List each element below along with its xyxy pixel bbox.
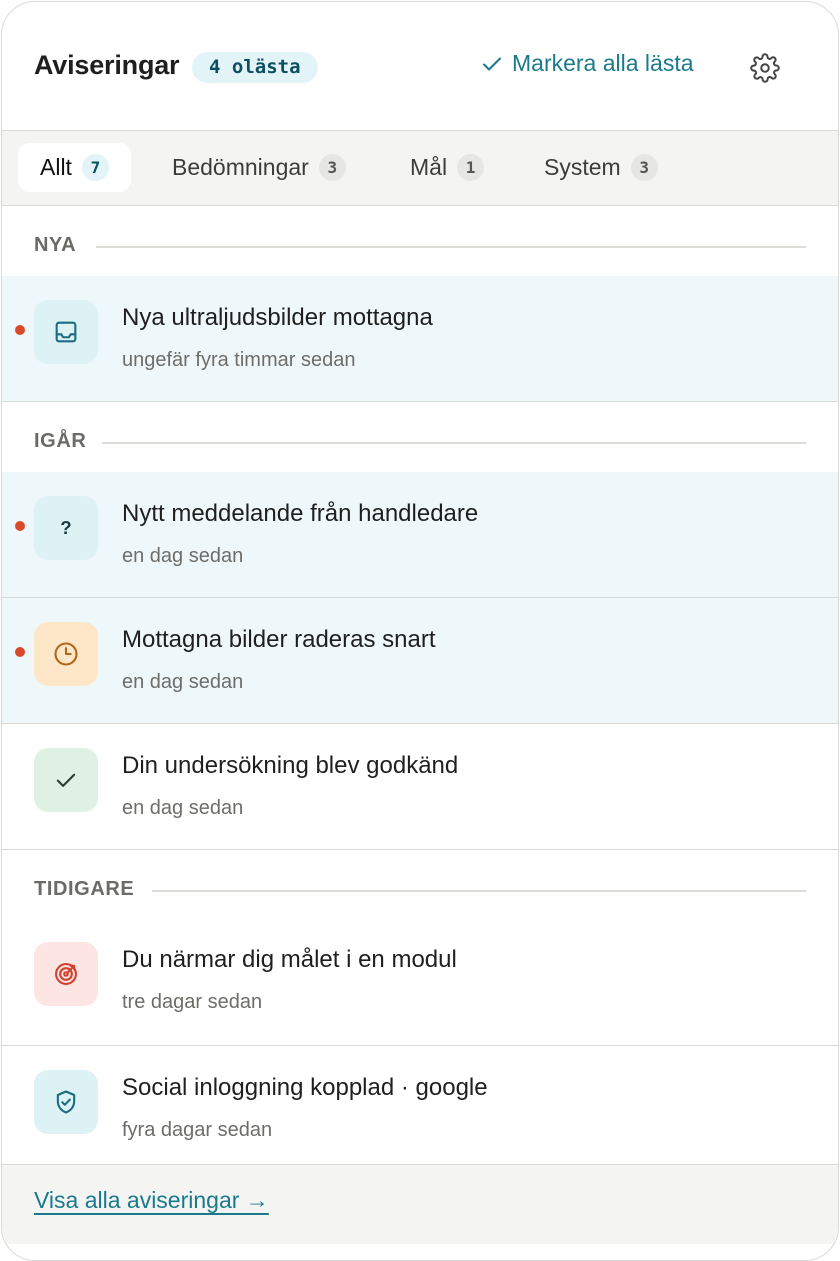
notification-time: fyra dagar sedan <box>122 1119 273 1141</box>
panel-title: Aviseringar <box>34 50 180 80</box>
notification-item[interactable]: Din undersökning blev godkänd en dag sed… <box>2 724 838 850</box>
svg-text:?: ? <box>60 517 71 538</box>
unread-count-badge: 4 olästa <box>192 52 318 83</box>
tab-count: 7 <box>81 154 109 181</box>
check-icon <box>56 773 76 787</box>
notification-title: Din undersökning blev godkänd <box>122 752 459 779</box>
notification-title: Social inloggning kopplad · google <box>122 1074 488 1101</box>
tab-label: Mål <box>410 154 448 180</box>
notification-item[interactable]: Social inloggning kopplad · google fyra … <box>2 1046 838 1164</box>
notification-item[interactable]: Nya ultraljudsbilder mottagna ungefär fy… <box>2 276 838 402</box>
section-title: IGÅR <box>34 430 87 452</box>
section-header-earlier: TIDIGARE <box>2 850 838 918</box>
view-all-notifications-link[interactable]: Visa alla aviseringar → <box>34 1187 269 1214</box>
check-icon <box>483 57 501 70</box>
unread-dot <box>15 647 25 657</box>
section-header-new: NYA <box>2 206 838 276</box>
notification-title: Nytt meddelande från handledare <box>122 500 479 527</box>
notification-icon-box <box>34 622 98 686</box>
notification-icon-box <box>34 300 98 364</box>
notifications-panel: Aviseringar 4 olästa Markera alla lästa … <box>1 1 839 1261</box>
tab-label: Bedömningar <box>172 154 309 180</box>
tab-system[interactable]: System 3 <box>544 143 658 192</box>
tab-label: Allt <box>40 154 72 180</box>
filter-tabs: Allt 7 Bedömningar 3 Mål 1 System 3 <box>2 131 838 206</box>
inbox-icon <box>55 321 77 343</box>
mark-all-read-label: Markera alla lästa <box>512 50 694 76</box>
notification-time: en dag sedan <box>122 545 244 567</box>
notification-icon-box <box>34 1070 98 1134</box>
unread-dot <box>15 325 25 335</box>
tab-all[interactable]: Allt 7 <box>18 143 131 192</box>
panel-footer: Visa alla aviseringar → <box>2 1164 838 1244</box>
tab-assessments[interactable]: Bedömningar 3 <box>172 143 346 192</box>
notification-item[interactable]: Mottagna bilder raderas snart en dag sed… <box>2 598 838 724</box>
panel-header: Aviseringar 4 olästa Markera alla lästa <box>2 2 838 131</box>
shield-check-icon <box>56 1090 76 1114</box>
tab-goals[interactable]: Mål 1 <box>410 143 485 192</box>
section-divider <box>96 246 806 248</box>
notification-icon-box: ? <box>34 496 98 560</box>
notification-time: tre dagar sedan <box>122 991 263 1013</box>
tab-count: 3 <box>318 154 346 181</box>
notification-title: Mottagna bilder raderas snart <box>122 626 436 653</box>
notification-icon-box <box>34 748 98 812</box>
notification-icon-box <box>34 942 98 1006</box>
notification-time: en dag sedan <box>122 671 244 693</box>
notification-item[interactable]: Du närmar dig målet i en modul tre dagar… <box>2 918 838 1046</box>
mark-all-read-button[interactable]: Markera alla lästa <box>480 50 694 77</box>
section-title: NYA <box>34 234 77 256</box>
notification-time: ungefär fyra timmar sedan <box>122 349 356 371</box>
notification-title: Du närmar dig målet i en modul <box>122 946 457 973</box>
question-icon: ? <box>60 517 71 538</box>
notification-time: en dag sedan <box>122 797 244 819</box>
section-divider <box>102 442 806 444</box>
clock-icon <box>54 642 78 666</box>
tab-count: 3 <box>630 154 658 181</box>
section-divider <box>152 890 806 892</box>
tab-count: 1 <box>457 154 485 181</box>
gear-icon[interactable] <box>750 53 780 83</box>
target-icon <box>55 963 77 985</box>
tab-label: System <box>544 154 621 180</box>
section-header-yesterday: IGÅR <box>2 402 838 472</box>
notification-title: Nya ultraljudsbilder mottagna <box>122 304 433 331</box>
unread-dot <box>15 521 25 531</box>
notification-item[interactable]: ? Nytt meddelande från handledare en dag… <box>2 472 838 598</box>
section-title: TIDIGARE <box>34 878 135 900</box>
